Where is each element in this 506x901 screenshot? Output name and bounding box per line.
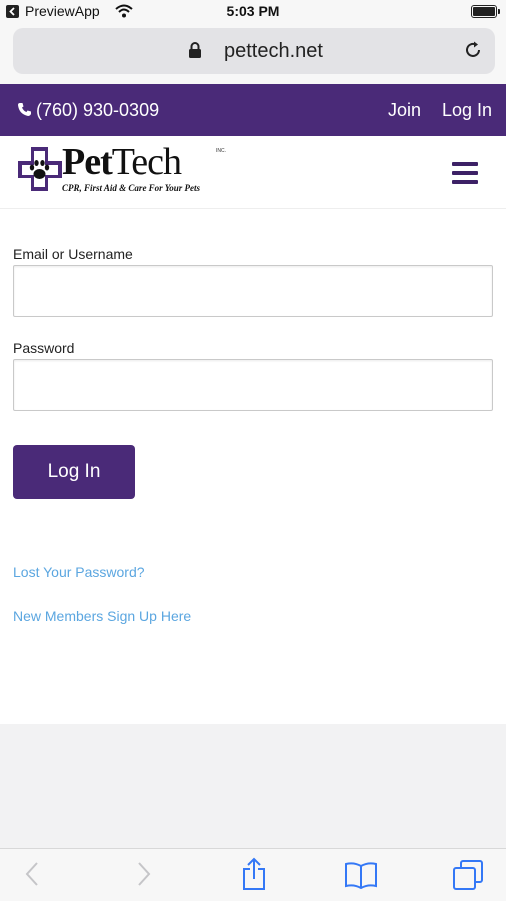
back-to-app-icon[interactable]: [6, 5, 19, 18]
browser-address-area: pettech.net: [0, 24, 506, 84]
top-login-link[interactable]: Log In: [442, 100, 492, 121]
logo-tagline: CPR, First Aid & Care For Your Pets: [62, 183, 201, 193]
share-icon[interactable]: [241, 857, 267, 896]
browser-toolbar: [0, 848, 506, 901]
status-bar: PreviewApp 5:03 PM: [0, 0, 506, 24]
join-link[interactable]: Join: [388, 100, 421, 121]
back-app-label[interactable]: PreviewApp: [25, 3, 100, 19]
logo-inc: INC.: [216, 148, 226, 154]
site-header: PetTech INC. CPR, First Aid & Care For Y…: [0, 136, 506, 209]
phone-number-link[interactable]: (760) 930-0309: [36, 100, 159, 121]
login-submit-button[interactable]: Log In: [13, 445, 135, 499]
tabs-icon[interactable]: [452, 859, 484, 896]
wifi-icon: [115, 4, 133, 23]
signup-link[interactable]: New Members Sign Up Here: [13, 608, 191, 624]
email-input[interactable]: [13, 265, 493, 317]
menu-icon[interactable]: [452, 162, 478, 184]
pettech-logo[interactable]: [17, 146, 63, 197]
lock-icon: [188, 41, 202, 64]
logo-pet: Pet: [62, 141, 113, 183]
bookmarks-icon[interactable]: [344, 861, 378, 894]
email-label: Email or Username: [13, 246, 133, 262]
battery-icon: [471, 5, 500, 18]
password-input[interactable]: [13, 359, 493, 411]
reload-icon[interactable]: [463, 40, 483, 65]
password-label: Password: [13, 340, 75, 356]
forward-icon[interactable]: [136, 861, 152, 892]
logo-tech: Tech: [111, 141, 182, 183]
address-bar[interactable]: pettech.net: [13, 28, 495, 74]
phone-icon: [17, 102, 32, 122]
logo-wordmark[interactable]: PetTech: [62, 140, 182, 184]
page-footer-area: [0, 724, 506, 848]
paw-cross-icon: [18, 147, 62, 191]
lost-password-link[interactable]: Lost Your Password?: [13, 564, 145, 580]
site-top-bar: (760) 930-0309 Join Log In: [0, 84, 506, 136]
url-text[interactable]: pettech.net: [224, 40, 323, 63]
back-icon[interactable]: [24, 861, 40, 892]
